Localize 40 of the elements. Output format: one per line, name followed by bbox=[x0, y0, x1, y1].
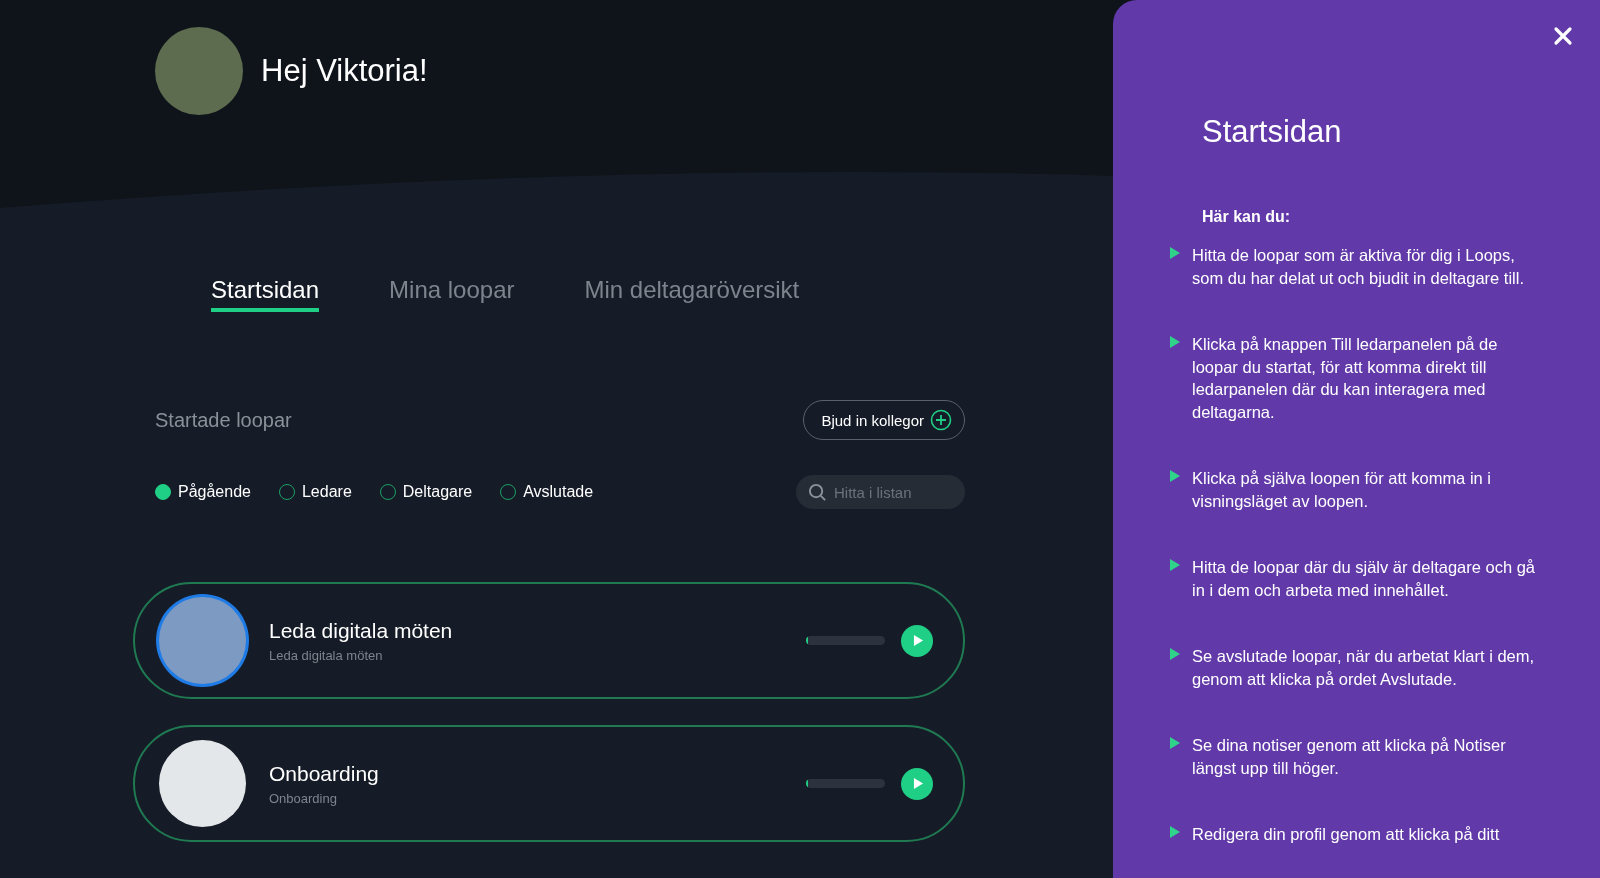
loop-title: Leda digitala möten bbox=[269, 618, 454, 643]
bullet-icon bbox=[1170, 648, 1180, 660]
play-icon bbox=[913, 634, 924, 647]
help-text: Redigera din profil genom att klicka på ditt bbox=[1192, 824, 1500, 845]
play-button[interactable] bbox=[901, 624, 933, 657]
filter-radio[interactable]: Avslutade bbox=[500, 483, 594, 501]
loop-card[interactable]: Leda digitala möten Leda digitala möten bbox=[133, 582, 965, 699]
help-text: Klicka på knappen Till ledarpanelen på de loopar du startat, för att komma direkt till ledarpanelen där du kan interagera med deltagarna. bbox=[1192, 334, 1499, 423]
plus-icon bbox=[930, 409, 952, 431]
help-text: Se avslutade loopar, när du arbetat klart i dem, genom att klicka på ordet Avslutade. bbox=[1192, 646, 1536, 690]
bullet-icon bbox=[1170, 336, 1180, 348]
tab[interactable]: Mina loopar bbox=[389, 276, 515, 312]
play-icon bbox=[913, 777, 924, 790]
greeting: Hej Viktoria! bbox=[261, 53, 428, 89]
bullet-icon bbox=[1170, 826, 1180, 838]
tab[interactable]: Min deltagaröversikt bbox=[584, 276, 800, 312]
filter-radio[interactable]: Deltagare bbox=[379, 483, 473, 501]
filter-radio[interactable]: Pågående bbox=[155, 483, 251, 501]
help-text: Hitta de loopar där du själv är deltagare och gå in i dem och arbeta med innehållet. bbox=[1192, 557, 1537, 601]
bullet-icon bbox=[1170, 737, 1180, 749]
radio-icon[interactable] bbox=[155, 484, 171, 500]
loop-subtitle: Onboarding bbox=[269, 790, 338, 806]
search-field[interactable]: Hitta i listan bbox=[796, 475, 965, 509]
bullet-icon bbox=[1170, 559, 1180, 571]
help-text: Hitta de loopar som är aktiva för dig i Loops, som du har delat ut och bjudit in deltagare till. bbox=[1192, 245, 1526, 289]
bullet-icon bbox=[1170, 470, 1180, 482]
loop-card[interactable]: Onboarding Onboarding bbox=[133, 725, 965, 842]
loop-subtitle: Leda digitala möten bbox=[269, 647, 384, 663]
help-text: Se dina notiser genom att klicka på Notiser längst upp till höger. bbox=[1192, 735, 1507, 779]
section-title: Startade loopar bbox=[155, 408, 292, 432]
tab[interactable]: Startsidan bbox=[211, 276, 320, 312]
play-button[interactable] bbox=[901, 767, 933, 800]
filter-radio[interactable]: Ledare bbox=[278, 483, 352, 501]
search-icon bbox=[808, 483, 827, 502]
close-icon bbox=[1553, 26, 1573, 46]
loop-title: Onboarding bbox=[269, 761, 380, 786]
bullet-icon bbox=[1170, 247, 1180, 259]
help-text: Klicka på själva loopen för att komma in i visningsläget av loopen. bbox=[1192, 468, 1492, 512]
panel-title: Startsidan bbox=[1202, 114, 1343, 150]
panel-intro: Här kan du: bbox=[1202, 208, 1291, 226]
